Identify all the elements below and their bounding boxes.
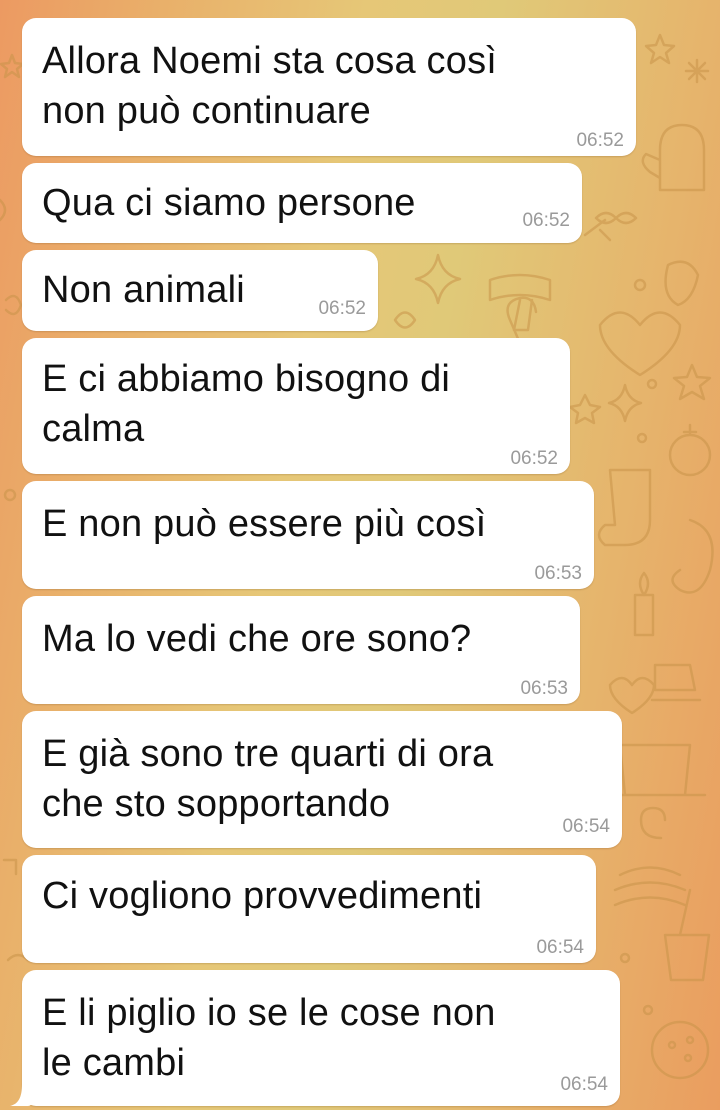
message-bubble[interactable]: Ci vogliono provvedimenti 06:54 [22,855,596,963]
message-bubble[interactable]: Non animali 06:52 [22,250,378,331]
message-timestamp: 06:52 [576,130,624,151]
message-timestamp: 06:52 [318,298,366,319]
message-text: E li piglio io se le cose non le cambi [42,992,496,1084]
message-timestamp: 06:52 [510,448,558,469]
message-text: E non può essere più così [42,503,487,545]
message-timestamp: 06:54 [560,1074,608,1095]
message-bubble[interactable]: E li piglio io se le cose non le cambi 0… [22,970,620,1106]
message-text: Ma lo vedi che ore sono? [42,618,472,660]
message-text: E ci abbiamo bisogno di calma [42,358,451,450]
message-bubble[interactable]: E ci abbiamo bisogno di calma 06:52 [22,338,570,474]
message-bubble[interactable]: Allora Noemi sta cosa così non può conti… [22,18,636,156]
message-bubble[interactable]: E non può essere più così 06:53 [22,481,594,589]
message-timestamp: 06:53 [520,678,568,699]
chat-message-list[interactable]: Allora Noemi sta cosa così non può conti… [0,0,720,1110]
message-timestamp: 06:53 [534,563,582,584]
message-text: Non animali [42,269,245,311]
message-bubble[interactable]: E già sono tre quarti di ora che sto sop… [22,711,622,848]
message-timestamp: 06:52 [522,210,570,231]
message-text: Qua ci siamo persone [42,182,416,224]
message-bubble[interactable]: Qua ci siamo persone 06:52 [22,163,582,243]
message-text: Ci vogliono provvedimenti [42,875,483,917]
message-timestamp: 06:54 [536,937,584,958]
message-text: E già sono tre quarti di ora che sto sop… [42,733,494,825]
message-bubble[interactable]: Ma lo vedi che ore sono? 06:53 [22,596,580,704]
message-timestamp: 06:54 [562,816,610,837]
message-text: Allora Noemi sta cosa così non può conti… [42,40,498,132]
